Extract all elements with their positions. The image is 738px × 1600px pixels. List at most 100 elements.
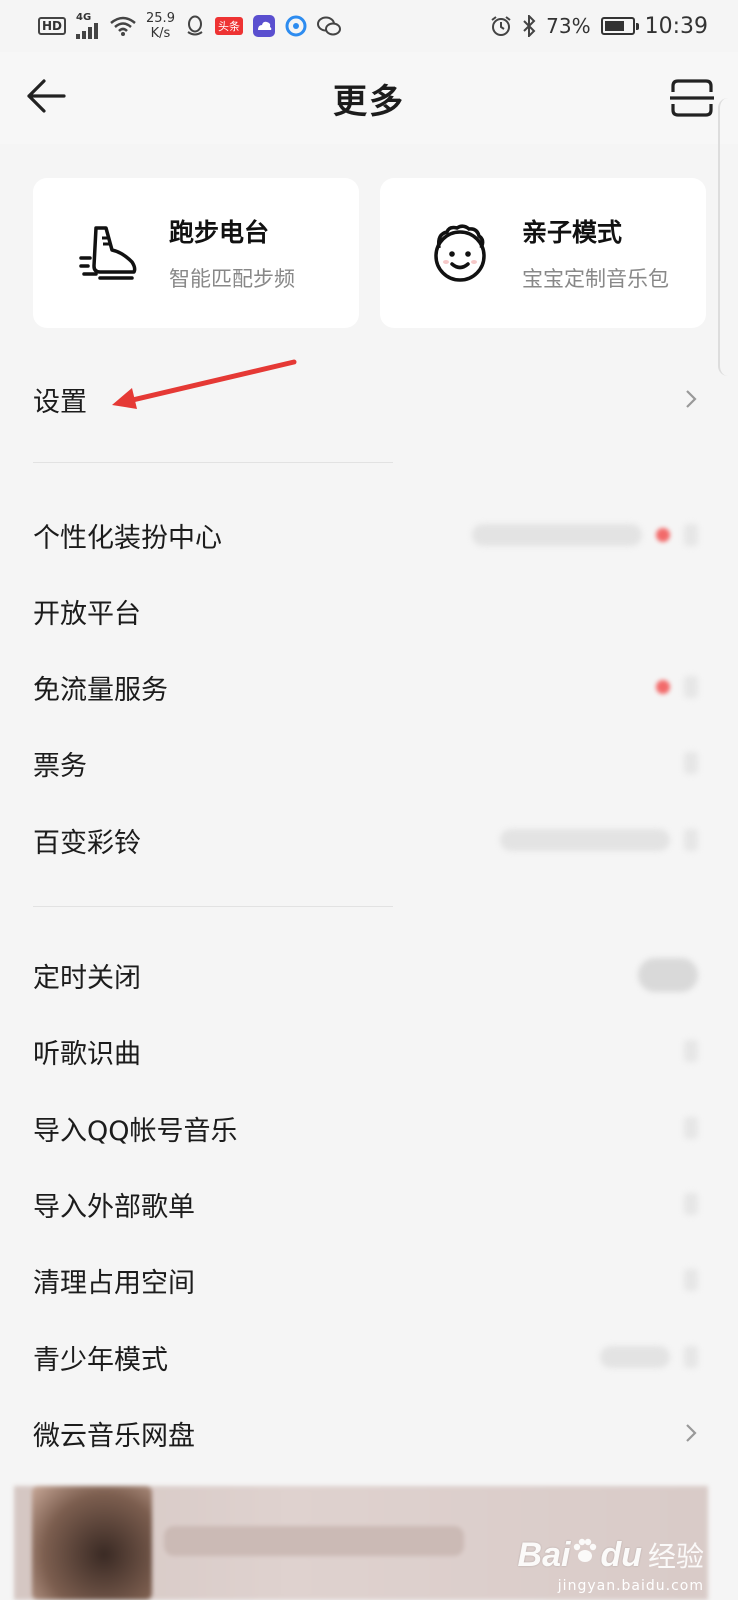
row-label: 导入QQ帐号音乐: [33, 1115, 238, 1147]
menu-item-ringtone[interactable]: 百变彩铃: [0, 808, 738, 872]
card-text: 亲子模式 宝宝定制音乐包: [522, 213, 669, 293]
menu-item-theme-center[interactable]: 个性化装扮中心: [0, 503, 738, 567]
row-right: [684, 1040, 698, 1062]
page-title: 更多: [333, 81, 405, 122]
now-playing-text: [164, 1526, 464, 1556]
menu-item-teen-mode[interactable]: 青少年模式: [0, 1325, 738, 1389]
row-label: 百变彩铃: [33, 827, 141, 859]
signal-icon: 4G: [76, 13, 100, 39]
menu-item-clear-storage[interactable]: 清理占用空间: [0, 1248, 738, 1312]
parent-child-mode-card[interactable]: 亲子模式 宝宝定制音乐包: [380, 178, 706, 328]
menu-item-tickets[interactable]: 票务: [0, 731, 738, 795]
chevron-right-icon: [684, 1040, 698, 1062]
menu-item-free-data[interactable]: 免流量服务: [0, 655, 738, 719]
back-button[interactable]: [22, 72, 70, 120]
battery-percent: 73%: [546, 14, 591, 38]
net-speed-value: 25.9: [146, 11, 175, 26]
row-label: 微云音乐网盘: [33, 1420, 195, 1452]
card-title: 跑步电台: [169, 218, 270, 247]
watermark-brand: Bai du: [518, 1536, 642, 1575]
chevron-right-icon: [684, 829, 698, 851]
blurred-value: [500, 829, 670, 851]
chevron-right-icon: [684, 388, 698, 410]
card-subtitle: 智能匹配步频: [169, 267, 295, 291]
row-right: [600, 1346, 698, 1368]
paw-icon: [570, 1536, 600, 1566]
divider: [33, 462, 393, 463]
chevron-right-icon: [684, 1193, 698, 1215]
hd-badge: HD: [38, 17, 67, 35]
row-label: 青少年模式: [33, 1344, 168, 1376]
row-right: [638, 958, 698, 992]
back-arrow-icon: [27, 79, 66, 113]
menu-item-open-platform[interactable]: 开放平台: [0, 579, 738, 643]
running-radio-card[interactable]: 跑步电台 智能匹配步频: [33, 178, 359, 328]
chevron-right-icon: [684, 676, 698, 698]
baby-face-icon: [420, 213, 500, 293]
red-dot-badge: [656, 528, 670, 542]
row-label: 开放平台: [33, 598, 141, 630]
watermark-text: 经验: [647, 1540, 704, 1573]
watermark-brand-tail: du: [600, 1535, 642, 1574]
row-right: [684, 1193, 698, 1215]
browser-icon: [285, 15, 307, 37]
blurred-value: [600, 1346, 670, 1368]
row-label: 导入外部歌单: [33, 1191, 195, 1223]
annotation-arrow-icon: [112, 359, 297, 409]
watermark-brand-head: Bai: [517, 1535, 571, 1574]
card-subtitle: 宝宝定制音乐包: [522, 267, 669, 291]
network-type: 4G: [76, 12, 92, 23]
album-cover[interactable]: [32, 1486, 152, 1600]
alarm-icon: [490, 15, 512, 37]
wechat-icon: [316, 16, 341, 36]
menu-item-import-playlist[interactable]: 导入外部歌单: [0, 1172, 738, 1236]
chevron-right-icon: [684, 1269, 698, 1291]
row-right: [656, 676, 698, 698]
status-right: 73% 10:39: [490, 14, 708, 39]
battery-fill: [604, 21, 624, 31]
row-right: [472, 524, 698, 546]
wifi-icon: [110, 16, 136, 36]
chevron-right-icon: [684, 1117, 698, 1139]
red-dot-badge: [656, 680, 670, 694]
divider: [33, 906, 393, 907]
blurred-value: [472, 524, 642, 546]
battery-icon: [600, 17, 639, 35]
running-shoe-icon: [69, 213, 149, 293]
bluetooth-icon: [522, 15, 536, 37]
toutiao-icon: 头条: [214, 17, 243, 35]
row-label: 清理占用空间: [33, 1267, 195, 1299]
chevron-right-icon: [684, 752, 698, 774]
chevron-right-icon: [684, 1422, 698, 1444]
row-right: [500, 829, 698, 851]
row-label: 免流量服务: [33, 674, 168, 706]
sleep-timer-toggle[interactable]: [638, 958, 698, 992]
row-right: [684, 752, 698, 774]
card-text: 跑步电台 智能匹配步频: [169, 213, 295, 293]
menu-item-weiyun-drive[interactable]: 微云音乐网盘: [0, 1401, 738, 1465]
qq-icon: [185, 15, 205, 37]
header: 更多: [0, 52, 738, 144]
status-bar: HD 4G 25.9 K/s 头条 73% 10:39: [0, 0, 738, 52]
row-label: 票务: [33, 750, 87, 782]
scan-button[interactable]: [666, 72, 718, 124]
row-label: 个性化装扮中心: [33, 522, 222, 554]
status-left: HD 4G 25.9 K/s 头条: [38, 11, 341, 41]
chevron-right-icon: [684, 1346, 698, 1368]
watermark-domain: jingyan.baidu.com: [557, 1578, 704, 1594]
row-label: 听歌识曲: [33, 1038, 141, 1070]
card-title: 亲子模式: [522, 218, 623, 247]
menu-item-sleep-timer[interactable]: 定时关闭: [0, 943, 738, 1007]
row-label: 定时关闭: [33, 962, 141, 994]
menu-item-import-qq-music[interactable]: 导入QQ帐号音乐: [0, 1096, 738, 1160]
baidu-watermark: Bai du 经验: [518, 1535, 704, 1575]
row-right: [684, 1269, 698, 1291]
chevron-right-icon: [684, 524, 698, 546]
row-right: [684, 1117, 698, 1139]
net-speed: 25.9 K/s: [146, 11, 175, 41]
net-speed-unit: K/s: [150, 26, 171, 41]
menu-item-song-recognition[interactable]: 听歌识曲: [0, 1019, 738, 1083]
scan-icon: [670, 79, 714, 117]
cloud-app-icon: [252, 15, 275, 37]
clock: 10:39: [644, 13, 708, 39]
